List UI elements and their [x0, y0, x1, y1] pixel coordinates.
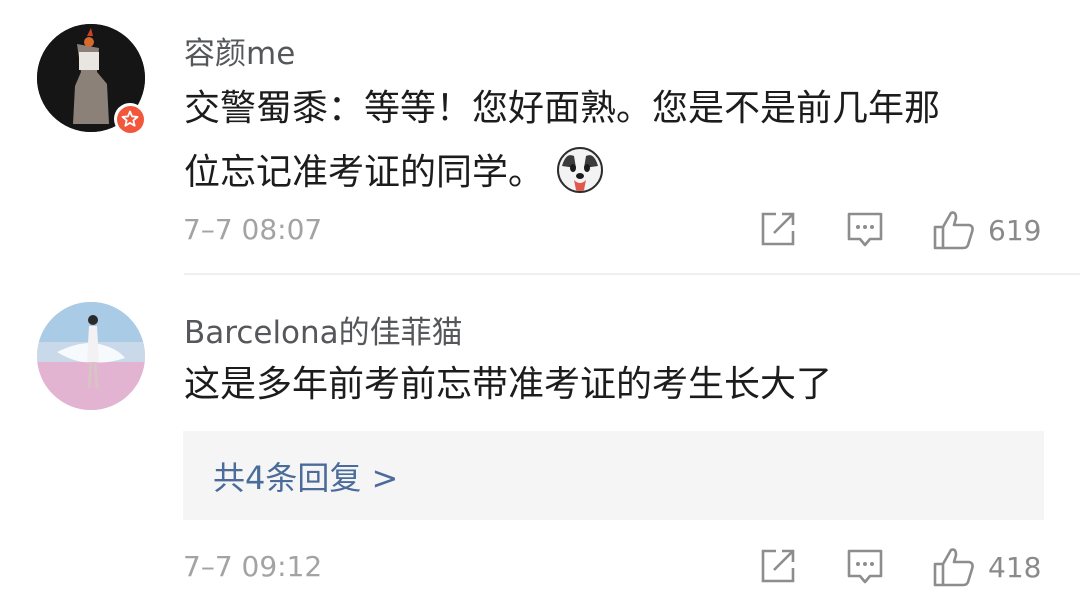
username[interactable]: 容颜me — [184, 28, 295, 73]
view-replies-link[interactable]: 共4条回复 > — [213, 453, 398, 499]
comment-item: Barcelona的佳菲猫 这是多年前考前忘带准考证的考生长大了 共4条回复 >… — [0, 276, 1080, 605]
comment-meta: 7–7 08:07 619 — [0, 205, 1080, 255]
divider — [184, 273, 1080, 275]
thumbs-up-icon — [933, 548, 974, 587]
share-button[interactable] — [758, 546, 798, 590]
share-icon — [761, 212, 795, 246]
avatar[interactable] — [37, 302, 145, 410]
reply-button[interactable] — [845, 209, 885, 253]
like-count: 418 — [988, 550, 1042, 584]
comment-text-line-2: 位忘记准考证的同学。 — [184, 141, 1044, 205]
comment-icon — [847, 212, 883, 247]
comment-text-line: 交警蜀黍：等等！您好面熟。您是不是前几年那 — [184, 88, 941, 129]
comment-text-line: 这是多年前考前忘带准考证的考生长大了 — [184, 364, 833, 405]
like-button[interactable]: 619 — [932, 209, 1041, 251]
husky-emoji-icon — [556, 146, 604, 194]
comment-meta: 7–7 09:12 418 — [0, 542, 1080, 592]
thumbs-up-icon — [933, 211, 974, 250]
verified-badge — [114, 103, 146, 135]
comment-item: 容颜me 交警蜀黍：等等！您好面熟。您是不是前几年那 位忘记准考证的同学。 7–… — [0, 0, 1080, 272]
star-icon — [121, 110, 139, 127]
like-count: 619 — [988, 213, 1042, 247]
like-button[interactable]: 418 — [932, 546, 1041, 588]
timestamp: 7–7 08:07 — [183, 213, 323, 246]
username[interactable]: Barcelona的佳菲猫 — [184, 307, 463, 352]
comment-text: 这是多年前考前忘带准考证的考生长大了 — [184, 353, 1044, 417]
timestamp: 7–7 09:12 — [183, 550, 323, 583]
reply-button[interactable] — [845, 546, 885, 590]
share-icon — [761, 549, 795, 583]
comment-text: 交警蜀黍：等等！您好面熟。您是不是前几年那 位忘记准考证的同学。 — [184, 77, 1044, 205]
replies-box[interactable]: 共4条回复 > — [183, 431, 1044, 520]
comment-icon — [847, 549, 883, 584]
comment-text-line: 位忘记准考证的同学。 — [184, 152, 545, 193]
share-button[interactable] — [758, 209, 798, 253]
